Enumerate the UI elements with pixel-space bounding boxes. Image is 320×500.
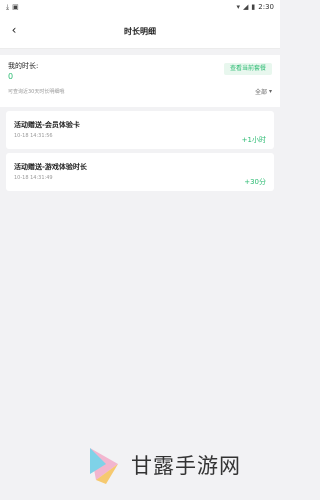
caret-down-icon: ▾ — [268, 88, 272, 95]
view-plan-button[interactable]: 查看当前套餐 — [223, 63, 272, 75]
record-title: 活动赠送-会员体验卡 — [14, 121, 80, 129]
watermark-text: 甘露手游网 — [131, 454, 241, 478]
record-amount: +30分 — [244, 178, 266, 186]
page-title: 时长明细 — [124, 26, 156, 36]
filter-label: 全部 — [254, 89, 267, 96]
signal-icon: ◢ — [243, 2, 249, 11]
record-time: 10-18 14:31:49 — [14, 175, 53, 181]
back-button[interactable]: ‹ — [4, 20, 24, 40]
record-amount: +1小时 — [241, 136, 266, 144]
download-icon: ⤓ — [6, 2, 10, 11]
record-title: 活动赠送-游戏体验时长 — [14, 163, 87, 171]
battery-icon: ▮ — [251, 2, 256, 11]
record-item: 活动赠送-会员体验卡 10-18 14:31:56 +1小时 — [6, 111, 274, 149]
app-icon: ▣ — [12, 2, 19, 11]
my-duration-label: 我的时长: — [8, 62, 39, 70]
record-time: 10-18 14:31:56 — [14, 133, 53, 139]
query-hint: 可查询近30天时长明细哦 — [8, 89, 65, 95]
record-list: 活动赠送-会员体验卡 10-18 14:31:56 +1小时 活动赠送-游戏体验… — [0, 111, 280, 191]
record-item: 活动赠送-游戏体验时长 10-18 14:31:49 +30分 — [6, 153, 274, 191]
wifi-icon: ▾ — [236, 2, 241, 11]
status-left: ⤓ ▣ — [6, 2, 19, 11]
watermark: 甘露手游网 — [82, 444, 241, 486]
status-right: ▾ ◢ ▮ 2:30 — [237, 3, 275, 11]
status-time: 2:30 — [258, 3, 274, 11]
filter-dropdown[interactable]: 全部 ▾ — [255, 87, 272, 96]
summary-card: 我的时长: 0 查看当前套餐 可查询近30天时长明细哦 全部 ▾ — [0, 55, 280, 107]
back-arrow-icon: ‹ — [11, 23, 17, 37]
status-bar: ⤓ ▣ ▾ ◢ ▮ 2:30 — [0, 0, 280, 14]
my-duration-value: 0 — [8, 72, 14, 81]
watermark-logo-icon — [90, 448, 118, 484]
header: ‹ 时长明细 — [0, 14, 280, 49]
